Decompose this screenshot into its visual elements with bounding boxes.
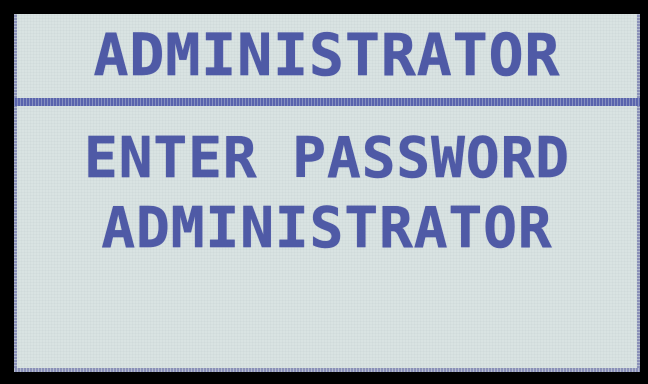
title-divider: [14, 98, 640, 106]
password-prompt-label: ENTER PASSWORD: [83, 126, 570, 192]
screen-title: ADMINISTRATOR: [93, 21, 561, 90]
user-level-label: ADMINISTRATOR: [101, 196, 553, 262]
screen-bottom-border: [14, 368, 640, 372]
lcd-screen: ADMINISTRATOR ENTER PASSWORD ADMINISTRAT…: [14, 14, 640, 372]
